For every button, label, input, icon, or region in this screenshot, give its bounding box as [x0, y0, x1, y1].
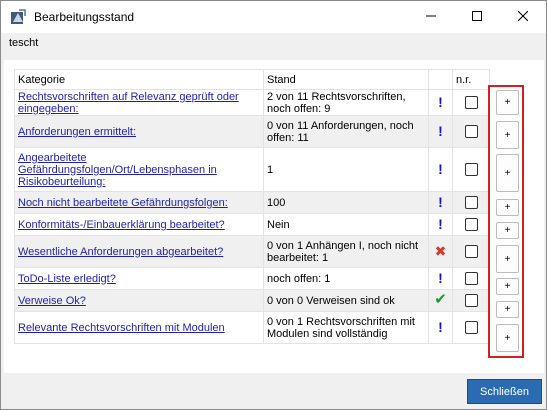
kategorie-link[interactable]: Konformitäts-/Einbauerklärung bearbeitet… — [18, 219, 225, 231]
stand-cell: 0 von 1 Rechtsvorschriften mit Modulen s… — [263, 311, 429, 344]
kategorie-link[interactable]: Noch nicht bearbeitete Gefährdungsfolgen… — [18, 197, 228, 209]
table-row: Verweise Ok? 0 von 0 Verweisen sind ok ✔ — [14, 289, 490, 312]
stand-cell: 2 von 11 Rechtsvorschriften, noch offen:… — [263, 89, 429, 116]
kategorie-link[interactable]: Verweise Ok? — [18, 295, 86, 307]
stand-cell: Nein — [263, 213, 429, 236]
close-window-button[interactable] — [500, 1, 546, 33]
add-button[interactable]: + — [496, 301, 519, 318]
kategorie-link[interactable]: Relevante Rechtsvorschriften mit Modulen — [18, 322, 225, 334]
stand-cell: noch offen: 1 — [263, 267, 429, 290]
add-button[interactable]: + — [496, 245, 519, 273]
add-button[interactable]: + — [496, 324, 519, 352]
exclamation-icon: ! — [438, 269, 443, 286]
add-buttons-highlight: + + + + + + + + + — [488, 85, 524, 358]
not-relevant-checkbox[interactable] — [464, 163, 478, 176]
header-nr: n.r. — [452, 69, 490, 90]
exclamation-icon: ! — [438, 122, 443, 139]
table-row: Angearbeitete Gefährdungsfolgen/Ort/Lebe… — [14, 147, 490, 192]
window-title: Bearbeitungsstand — [34, 10, 135, 24]
table-row: Relevante Rechtsvorschriften mit Modulen… — [14, 311, 490, 344]
not-relevant-checkbox[interactable] — [464, 272, 478, 285]
kategorie-link[interactable]: ToDo-Liste erledigt? — [18, 273, 116, 285]
exclamation-icon: ! — [438, 215, 443, 232]
add-button[interactable]: + — [496, 199, 519, 216]
table-row: Anforderungen ermittelt: 0 von 11 Anford… — [14, 115, 490, 148]
not-relevant-checkbox[interactable] — [464, 96, 478, 109]
add-button[interactable]: + — [496, 90, 519, 115]
not-relevant-checkbox[interactable] — [464, 218, 478, 231]
add-button[interactable]: + — [496, 154, 519, 192]
exclamation-icon: ! — [438, 93, 443, 110]
exclamation-icon: ! — [438, 160, 443, 177]
add-button[interactable]: + — [496, 278, 519, 295]
stand-cell: 0 von 11 Anforderungen, noch offen: 11 — [263, 115, 429, 148]
kategorie-link[interactable]: Anforderungen ermittelt: — [18, 126, 136, 138]
stand-cell: 0 von 1 Anhängen I, noch nicht bearbeite… — [263, 235, 429, 268]
header-kategorie: Kategorie — [14, 69, 264, 90]
not-relevant-checkbox[interactable] — [464, 294, 478, 307]
minimize-icon — [426, 11, 436, 24]
header-status — [428, 69, 453, 90]
object-name: tescht — [9, 37, 39, 49]
table-row: ToDo-Liste erledigt? noch offen: 1 ! — [14, 267, 490, 290]
table-row: Wesentliche Anforderungen abgearbeitet? … — [14, 235, 490, 268]
kategorie-link[interactable]: Angearbeitete Gefährdungsfolgen/Ort/Lebe… — [18, 152, 217, 188]
not-relevant-checkbox[interactable] — [464, 245, 478, 258]
not-relevant-checkbox[interactable] — [464, 321, 478, 334]
status-table: Kategorie Stand n.r. Rechtsvorschriften … — [14, 69, 490, 344]
add-button[interactable]: + — [496, 121, 519, 149]
header-stand: Stand — [263, 69, 429, 90]
cross-icon: ✖ — [434, 242, 447, 259]
stand-cell: 1 — [263, 147, 429, 192]
maximize-icon — [472, 10, 482, 24]
table-row: Noch nicht bearbeitete Gefährdungsfolgen… — [14, 191, 490, 214]
table-row: Rechtsvorschriften auf Relevanz geprüft … — [14, 89, 490, 116]
stand-cell: 100 — [263, 191, 429, 214]
close-icon — [517, 10, 529, 24]
status-panel: Kategorie Stand n.r. Rechtsvorschriften … — [4, 60, 544, 373]
stand-cell: 0 von 0 Verweisen sind ok — [263, 289, 429, 312]
minimize-button[interactable] — [408, 1, 454, 33]
not-relevant-checkbox[interactable] — [464, 125, 478, 138]
table-row: Konformitäts-/Einbauerklärung bearbeitet… — [14, 213, 490, 236]
checkmark-icon: ✔ — [434, 291, 447, 308]
not-relevant-checkbox[interactable] — [464, 196, 478, 209]
app-icon — [10, 9, 26, 25]
dialog-window: Bearbeitungsstand tescht Kategorie Stand… — [0, 0, 547, 410]
kategorie-link[interactable]: Rechtsvorschriften auf Relevanz geprüft … — [18, 91, 239, 115]
exclamation-icon: ! — [438, 193, 443, 210]
title-bar: Bearbeitungsstand — [1, 1, 546, 33]
add-button[interactable]: + — [496, 222, 519, 239]
maximize-button[interactable] — [454, 1, 500, 33]
kategorie-link[interactable]: Wesentliche Anforderungen abgearbeitet? — [18, 246, 223, 258]
exclamation-icon: ! — [438, 318, 443, 335]
close-dialog-button[interactable]: Schließen — [467, 379, 542, 404]
